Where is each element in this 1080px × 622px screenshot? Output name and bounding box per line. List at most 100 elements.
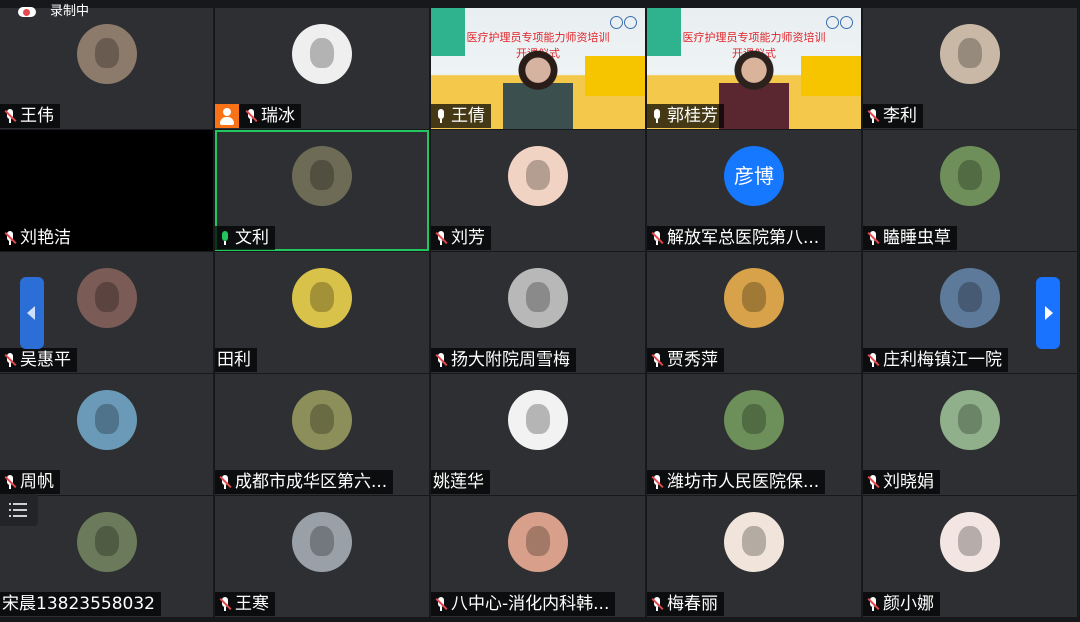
name-label: 李利 <box>863 104 923 128</box>
next-page-button[interactable] <box>1036 277 1060 349</box>
mic-muted-icon <box>865 473 881 491</box>
participant-tile[interactable]: 田利 <box>215 252 429 373</box>
mic-muted-icon <box>433 595 449 613</box>
avatar <box>724 512 784 572</box>
mic-muted-icon <box>2 229 18 247</box>
participant-name: 宋晨13823558032 <box>2 594 155 614</box>
participant-tile[interactable]: 潍坊市人民医院保... <box>647 374 861 495</box>
mic-icon <box>649 107 665 125</box>
avatar-figure <box>526 526 550 556</box>
mic-muted-icon <box>243 107 259 125</box>
participant-name: 解放军总医院第八... <box>667 228 820 248</box>
participant-tile[interactable]: 彦博解放军总医院第八... <box>647 130 861 251</box>
avatar-figure <box>94 38 119 68</box>
mute-slash <box>651 597 664 611</box>
name-label: 刘艳洁 <box>0 226 77 250</box>
participant-name: 刘晓娟 <box>883 472 934 492</box>
avatar-figure <box>742 282 766 312</box>
avatar-figure <box>310 160 334 190</box>
name-label: 文利 <box>215 226 275 250</box>
participant-tile[interactable]: 王伟 <box>0 8 213 129</box>
participant-list-button[interactable] <box>0 494 38 526</box>
participant-name: 吴惠平 <box>20 350 71 370</box>
mic-muted-icon <box>865 351 881 369</box>
avatar <box>292 146 352 206</box>
participant-tile[interactable]: 医疗护理员专项能力师资培训 开课仪式郭桂芳 <box>647 8 861 129</box>
emblem-icon <box>610 16 623 29</box>
mute-slash <box>435 353 448 367</box>
emblem-icon <box>826 16 839 29</box>
chevron-right-icon <box>1045 306 1053 320</box>
name-label: 郭桂芳 <box>647 104 724 128</box>
mic-muted-icon <box>649 595 665 613</box>
participant-name: 成都市成华区第六... <box>235 472 388 492</box>
avatar-figure <box>958 404 982 434</box>
participant-name: 田利 <box>217 350 251 370</box>
avatar-figure <box>526 282 550 312</box>
mute-slash <box>245 109 258 123</box>
participant-name: 文利 <box>235 228 269 248</box>
participant-name: 贾秀萍 <box>667 350 718 370</box>
participant-name: 李利 <box>883 106 917 126</box>
name-label: 刘芳 <box>431 226 491 250</box>
name-label: 吴惠平 <box>0 348 77 372</box>
avatar-figure <box>958 38 982 68</box>
mic-icon <box>217 229 233 247</box>
participant-tile[interactable]: 梅春丽 <box>647 496 861 617</box>
banner-shape <box>585 56 645 96</box>
mute-slash <box>4 475 17 489</box>
name-label: 刘晓娟 <box>863 470 940 494</box>
mute-slash <box>867 597 880 611</box>
participant-tile[interactable]: 成都市成华区第六... <box>215 374 429 495</box>
mic-muted-icon <box>2 351 18 369</box>
avatar-figure <box>94 282 119 312</box>
avatar-figure <box>94 526 119 556</box>
chevron-left-icon <box>27 306 35 320</box>
previous-page-button[interactable] <box>20 277 44 349</box>
participant-name: 瞌睡虫草 <box>883 228 951 248</box>
participant-name: 颜小娜 <box>883 594 934 614</box>
participant-name: 八中心-消化内科韩... <box>451 594 610 614</box>
mute-slash <box>867 231 880 245</box>
participant-tile[interactable]: 瑞冰 <box>215 8 429 129</box>
avatar-figure <box>958 526 982 556</box>
participant-name: 瑞冰 <box>261 106 295 126</box>
text-avatar: 彦博 <box>724 146 784 206</box>
name-label: 成都市成华区第六... <box>215 470 394 494</box>
avatar <box>508 268 568 328</box>
participant-name: 刘艳洁 <box>20 228 71 248</box>
participant-tile[interactable]: 颜小娜 <box>863 496 1077 617</box>
name-label: 扬大附院周雪梅 <box>431 348 576 372</box>
participant-name: 梅春丽 <box>667 594 718 614</box>
recording-indicator[interactable]: 录制中 <box>18 2 89 22</box>
participant-tile[interactable]: 八中心-消化内科韩... <box>431 496 645 617</box>
participant-tile[interactable]: 刘芳 <box>431 130 645 251</box>
participant-tile[interactable]: 姚莲华 <box>431 374 645 495</box>
avatar-figure <box>94 404 119 434</box>
avatar <box>508 146 568 206</box>
avatar-figure <box>958 160 982 190</box>
participant-tile[interactable]: 刘晓娟 <box>863 374 1077 495</box>
participant-tile[interactable]: 刘艳洁 <box>0 130 213 251</box>
participant-tile[interactable]: 医疗护理员专项能力师资培训 开课仪式王倩 <box>431 8 645 129</box>
participant-tile[interactable]: 瞌睡虫草 <box>863 130 1077 251</box>
mic-muted-icon <box>2 107 18 125</box>
mute-slash <box>867 475 880 489</box>
participant-tile[interactable]: 周帆 <box>0 374 213 495</box>
name-label: 解放军总医院第八... <box>647 226 826 250</box>
participant-tile[interactable]: 王寒 <box>215 496 429 617</box>
participant-tile[interactable]: 贾秀萍 <box>647 252 861 373</box>
avatar <box>76 24 137 84</box>
name-label: 王倩 <box>431 104 491 128</box>
mute-slash <box>651 231 664 245</box>
participant-tile[interactable]: 李利 <box>863 8 1077 129</box>
name-label: 梅春丽 <box>647 592 724 616</box>
avatar-figure <box>310 404 334 434</box>
mute-slash <box>651 353 664 367</box>
host-badge-icon <box>215 104 239 128</box>
participant-tile[interactable]: 文利 <box>215 130 429 251</box>
mic-muted-icon <box>2 473 18 491</box>
mic-muted-icon <box>649 229 665 247</box>
participant-tile[interactable]: 扬大附院周雪梅 <box>431 252 645 373</box>
avatar <box>292 512 352 572</box>
